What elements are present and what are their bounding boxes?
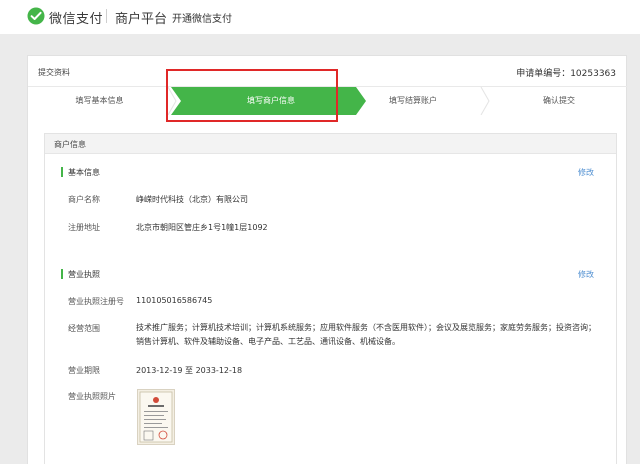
business-period-label: 营业期限 (68, 366, 100, 375)
brand-name: 微信支付 (49, 12, 104, 27)
section-marker (61, 167, 63, 177)
business-scope-value: 技术推广服务；计算机技术培训；计算机系统服务；应用软件服务（不含医用软件）；会议… (136, 323, 596, 346)
annotation-highlight-box (166, 69, 338, 122)
step-settlement-account: 填写结算账户 (389, 96, 437, 105)
license-document-icon (139, 391, 173, 443)
business-scope-label: 经营范围 (68, 324, 100, 333)
address-label: 注册地址 (68, 223, 100, 232)
section-marker (61, 269, 63, 279)
business-period-value: 2013-12-19 至 2033-12-18 (136, 366, 243, 375)
license-photo-thumbnail[interactable] (137, 389, 175, 445)
license-photo-label: 营业执照照片 (68, 392, 116, 401)
basic-info-title: 基本信息 (68, 168, 100, 177)
step-confirm-submit: 确认提交 (543, 96, 575, 105)
merchant-info-header: 商户信息 (45, 134, 616, 154)
edit-license-link[interactable]: 修改 (578, 269, 594, 280)
wechat-pay-logo-icon (27, 7, 45, 25)
application-number: 申请单编号：10253363 (516, 69, 616, 79)
step-basic-info: 填写基本信息 (75, 96, 124, 105)
top-bar: 微信支付 商户平台 开通微信支付 (0, 0, 640, 34)
merchant-name-value: 峥嵘时代科技（北京）有限公司 (136, 195, 248, 204)
license-reg-no-value: 110105016586745 (136, 296, 213, 305)
merchant-info-panel: 商户信息 (44, 133, 617, 464)
merchant-info-title: 商户信息 (54, 140, 86, 149)
brand-separator (106, 9, 107, 23)
address-value: 北京市朝阳区管庄乡1号1幢1层1092 (136, 223, 268, 232)
platform-title: 商户平台 (115, 12, 168, 27)
card-title: 提交资料 (38, 68, 70, 77)
license-reg-no-label: 营业执照注册号 (68, 297, 124, 306)
license-title: 营业执照 (68, 270, 100, 279)
step-separator-icon (480, 87, 490, 115)
merchant-name-label: 商户名称 (68, 195, 100, 204)
page-subtitle: 开通微信支付 (172, 14, 232, 25)
edit-basic-info-link[interactable]: 修改 (578, 167, 594, 178)
